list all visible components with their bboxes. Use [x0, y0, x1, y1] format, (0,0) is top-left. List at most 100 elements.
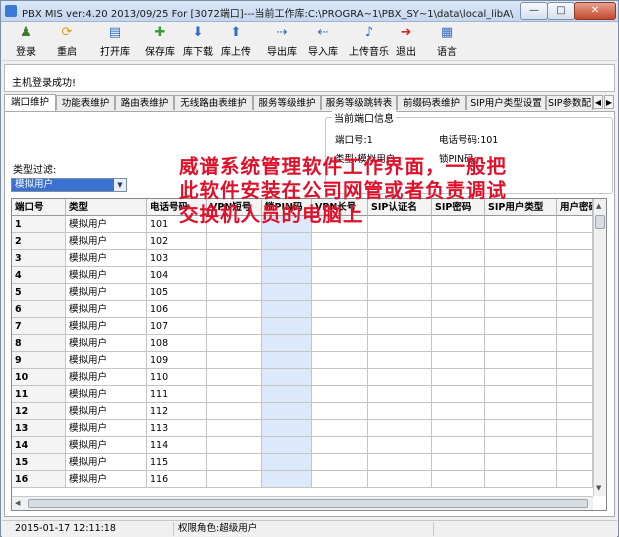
table-cell[interactable]: 5 [12, 284, 66, 301]
table-cell[interactable]: 模拟用户 [66, 386, 147, 403]
table-cell[interactable]: 3 [12, 250, 66, 267]
table-cell[interactable] [432, 369, 485, 386]
table-cell[interactable]: 105 [147, 284, 207, 301]
tab-scroll-left-icon[interactable]: ◀ [593, 95, 603, 109]
table-cell[interactable]: 111 [147, 386, 207, 403]
table-cell[interactable]: 7 [12, 318, 66, 335]
table-cell[interactable]: 8 [12, 335, 66, 352]
table-cell[interactable] [485, 386, 557, 403]
table-cell[interactable] [557, 386, 593, 403]
table-cell[interactable]: 107 [147, 318, 207, 335]
table-cell[interactable]: 12 [12, 403, 66, 420]
table-cell[interactable] [312, 318, 368, 335]
table-cell[interactable] [207, 301, 262, 318]
table-cell[interactable] [262, 403, 312, 420]
table-cell[interactable] [207, 267, 262, 284]
table-cell[interactable] [368, 318, 432, 335]
toolbar-button[interactable]: ⇢ 导出库 [264, 24, 300, 58]
table-cell[interactable] [432, 284, 485, 301]
table-row[interactable]: 11 模拟用户 111 [12, 386, 593, 403]
table-cell[interactable] [557, 250, 593, 267]
table-cell[interactable]: 104 [147, 267, 207, 284]
table-cell[interactable] [262, 318, 312, 335]
toolbar-button[interactable]: ⟳ 重启 [54, 24, 80, 58]
maximize-button[interactable]: □ [547, 2, 575, 20]
table-cell[interactable] [207, 437, 262, 454]
table-cell[interactable]: 模拟用户 [66, 301, 147, 318]
tab[interactable]: SIP用户类型设置 [466, 95, 546, 110]
table-row[interactable]: 13 模拟用户 113 [12, 420, 593, 437]
table-cell[interactable] [368, 335, 432, 352]
table-cell[interactable]: 模拟用户 [66, 403, 147, 420]
table-cell[interactable]: 16 [12, 471, 66, 488]
table-cell[interactable] [368, 471, 432, 488]
table-cell[interactable]: 2 [12, 233, 66, 250]
table-cell[interactable] [312, 437, 368, 454]
table-row[interactable]: 10 模拟用户 110 [12, 369, 593, 386]
table-cell[interactable]: 模拟用户 [66, 284, 147, 301]
table-cell[interactable] [207, 233, 262, 250]
table-cell[interactable] [432, 250, 485, 267]
table-cell[interactable] [312, 250, 368, 267]
table-cell[interactable]: 模拟用户 [66, 352, 147, 369]
table-cell[interactable] [432, 471, 485, 488]
table-cell[interactable]: 9 [12, 352, 66, 369]
table-cell[interactable] [432, 420, 485, 437]
table-cell[interactable]: 108 [147, 335, 207, 352]
toolbar-button[interactable]: ⬆ 库上传 [218, 24, 254, 58]
table-cell[interactable] [485, 301, 557, 318]
table-cell[interactable] [312, 471, 368, 488]
toolbar-button[interactable]: ✚ 保存库 [142, 24, 178, 58]
table-cell[interactable] [368, 250, 432, 267]
table-cell[interactable] [312, 386, 368, 403]
table-cell[interactable] [432, 233, 485, 250]
table-cell[interactable] [432, 386, 485, 403]
table-cell[interactable] [312, 284, 368, 301]
table-cell[interactable] [557, 284, 593, 301]
table-cell[interactable] [368, 386, 432, 403]
table-cell[interactable]: 15 [12, 454, 66, 471]
toolbar-button[interactable]: ➜ 退出 [393, 24, 419, 58]
table-row[interactable]: 3 模拟用户 103 [12, 250, 593, 267]
table-cell[interactable] [485, 369, 557, 386]
table-cell[interactable]: 116 [147, 471, 207, 488]
scroll-down-icon[interactable]: ▼ [596, 484, 601, 492]
table-row[interactable]: 6 模拟用户 106 [12, 301, 593, 318]
table-cell[interactable] [262, 250, 312, 267]
table-cell[interactable] [485, 420, 557, 437]
table-cell[interactable] [485, 403, 557, 420]
table-cell[interactable] [262, 284, 312, 301]
table-cell[interactable] [207, 386, 262, 403]
table-cell[interactable] [557, 369, 593, 386]
table-cell[interactable]: 模拟用户 [66, 335, 147, 352]
table-cell[interactable] [432, 403, 485, 420]
table-cell[interactable] [207, 471, 262, 488]
table-cell[interactable]: 109 [147, 352, 207, 369]
table-row[interactable]: 8 模拟用户 108 [12, 335, 593, 352]
table-row[interactable]: 9 模拟用户 109 [12, 352, 593, 369]
table-cell[interactable] [207, 335, 262, 352]
table-cell[interactable]: 模拟用户 [66, 250, 147, 267]
table-cell[interactable]: 13 [12, 420, 66, 437]
table-cell[interactable]: 模拟用户 [66, 437, 147, 454]
toolbar-button[interactable]: ⇠ 导入库 [305, 24, 341, 58]
table-cell[interactable] [557, 352, 593, 369]
table-cell[interactable]: 模拟用户 [66, 233, 147, 250]
table-cell[interactable] [432, 301, 485, 318]
table-cell[interactable] [262, 420, 312, 437]
column-header[interactable]: 端口号 [12, 199, 66, 216]
table-cell[interactable] [432, 437, 485, 454]
tab[interactable]: 功能表维护 [56, 95, 115, 110]
table-cell[interactable] [432, 335, 485, 352]
table-cell[interactable] [557, 335, 593, 352]
table-cell[interactable] [207, 420, 262, 437]
table-cell[interactable]: 11 [12, 386, 66, 403]
table-cell[interactable]: 模拟用户 [66, 216, 147, 233]
table-cell[interactable]: 模拟用户 [66, 369, 147, 386]
table-row[interactable]: 5 模拟用户 105 [12, 284, 593, 301]
table-cell[interactable] [262, 267, 312, 284]
table-row[interactable]: 2 模拟用户 102 [12, 233, 593, 250]
table-cell[interactable] [312, 352, 368, 369]
table-cell[interactable] [312, 369, 368, 386]
toolbar-button[interactable]: ♪ 上传音乐 [347, 24, 391, 58]
